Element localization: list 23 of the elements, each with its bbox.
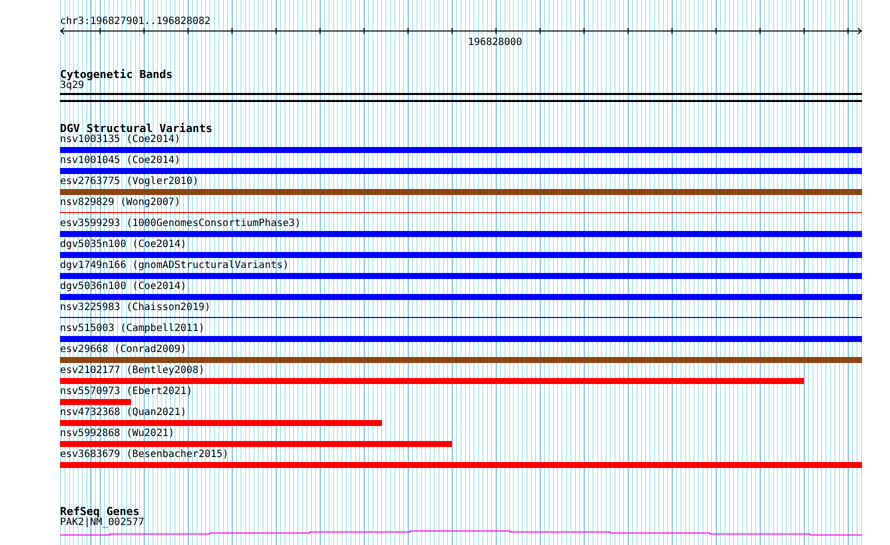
- gene-label: PAK2|NM_002577: [60, 517, 144, 528]
- variant-label: esv2102177 (Bentley2008): [60, 365, 204, 376]
- variant-label: dgv5035n100 (Coe2014): [60, 239, 186, 250]
- variant-label: nsv829829 (Wong2007): [60, 197, 180, 208]
- location-label: chr3:196827901..196828082: [60, 16, 211, 27]
- variant-label: dgv5036n100 (Coe2014): [60, 281, 186, 292]
- band-label: 3q29: [60, 80, 84, 91]
- variant-label: nsv515003 (Campbell2011): [60, 323, 204, 334]
- ruler-tick-label: 196828000: [468, 37, 522, 48]
- variant-label: nsv3225983 (Chaisson2019): [60, 302, 211, 313]
- variant-label: dgv1749n166 (gnomADStructuralVariants): [60, 260, 289, 271]
- variant-label: esv2763775 (Vogler2010): [60, 176, 198, 187]
- variant-label: nsv5570973 (Ebert2021): [60, 386, 192, 397]
- variant-label: esv29668 (Conrad2009): [60, 344, 186, 355]
- variant-label: nsv1003135 (Coe2014): [60, 134, 180, 145]
- variant-label: nsv1001045 (Coe2014): [60, 155, 180, 166]
- variant-label: esv3599293 (1000GenomesConsortiumPhase3): [60, 218, 301, 229]
- variant-label: nsv4732368 (Quan2021): [60, 407, 186, 418]
- variant-label: nsv5992868 (Wu2021): [60, 428, 174, 439]
- track-title: Cytogenetic Bands: [60, 69, 173, 80]
- variant-label: esv3683679 (Besenbacher2015): [60, 449, 229, 460]
- track-title: RefSeq Genes: [60, 506, 140, 517]
- track-title: DGV Structural Variants: [60, 123, 212, 134]
